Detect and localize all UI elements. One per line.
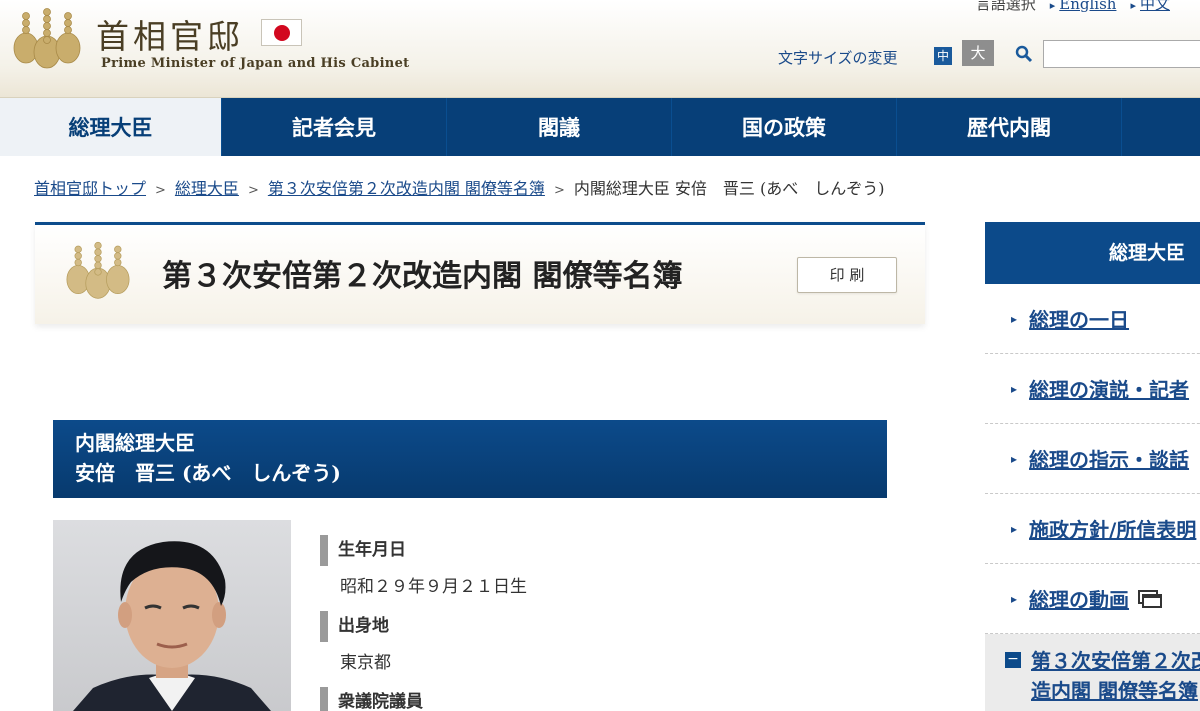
- chevron-right-icon: >: [247, 183, 259, 198]
- nav-item-press-conference[interactable]: 記者会見: [222, 98, 447, 156]
- page-title: 第３次安倍第２次改造内閣 閣僚等名簿: [162, 259, 683, 294]
- sidebar-item-videos[interactable]: ▸ 総理の動画: [985, 564, 1200, 634]
- nav-item-past-cabinets[interactable]: 歴代内閣: [897, 98, 1122, 156]
- nav-item-national-policy[interactable]: 国の政策: [672, 98, 897, 156]
- paulownia-crest-icon: [66, 241, 130, 299]
- breadcrumb-current: 内閣総理大臣 安倍 晋三 (あべ しんぞう): [573, 179, 885, 198]
- sidebar-header[interactable]: 総理大臣: [985, 222, 1200, 284]
- sidebar-item-label[interactable]: 施政方針/所信表明: [1029, 514, 1196, 543]
- search-icon[interactable]: [1015, 45, 1033, 63]
- sidebar-item-label[interactable]: 総理の一日: [1029, 304, 1129, 333]
- paulownia-crest-icon[interactable]: [12, 8, 82, 70]
- chevron-right-icon: >: [553, 183, 565, 198]
- profile-value-birthdate: 昭和２９年９月２１日生: [340, 577, 527, 597]
- minister-role: 内閣総理大臣: [75, 431, 195, 455]
- arrow-right-icon: ▸: [1049, 0, 1056, 12]
- new-window-icon: [1138, 589, 1163, 608]
- sidebar-item-speeches[interactable]: ▸ 総理の演説・記者: [985, 354, 1200, 424]
- main-nav: 総理大臣 記者会見 閣議 国の政策 歴代内閣: [0, 98, 1200, 156]
- profile-label-office: 衆議院議員: [320, 687, 920, 711]
- sidebar-item-label[interactable]: 総理の動画: [1029, 584, 1129, 613]
- bullet-icon: ▸: [1011, 381, 1018, 396]
- minister-portrait: [53, 520, 291, 711]
- japan-flag-icon: [261, 19, 302, 46]
- print-button[interactable]: 印 刷: [797, 257, 897, 293]
- language-link-english[interactable]: English: [1059, 0, 1116, 13]
- bullet-icon: ▸: [1011, 521, 1018, 536]
- nav-item-cabinet-meeting[interactable]: 閣議: [447, 98, 672, 156]
- font-size-medium-button[interactable]: 中: [934, 47, 952, 65]
- breadcrumb-link-top[interactable]: 首相官邸トップ: [34, 179, 146, 198]
- site-subtitle: Prime Minister of Japan and His Cabinet: [101, 56, 410, 71]
- chevron-right-icon: >: [155, 183, 166, 198]
- site-header: 首相官邸 Prime Minister of Japan and His Cab…: [0, 0, 1200, 98]
- minister-header: 内閣総理大臣 安倍 晋三 (あべ しんぞう): [53, 420, 887, 498]
- profile-value-birthplace: 東京都: [340, 653, 391, 673]
- sidebar-item-instructions[interactable]: ▸ 総理の指示・談話: [985, 424, 1200, 494]
- portrait-image: [73, 541, 271, 711]
- arrow-right-icon: ▸: [1130, 0, 1136, 12]
- language-label: 言語選択: [975, 0, 1036, 13]
- profile-details: 生年月日 昭和２９年９月２１日生 出身地 東京都 衆議院議員: [320, 535, 920, 711]
- language-selector: 言語選択 ▸ English ▸ 中文: [958, 0, 1170, 14]
- breadcrumb-link-prime-minister[interactable]: 総理大臣: [175, 179, 239, 198]
- page-title-box: 第３次安倍第２次改造内閣 閣僚等名簿 印 刷: [35, 222, 925, 324]
- sidebar-item-label[interactable]: 総理の指示・談話: [1029, 444, 1189, 473]
- sidebar-item-daily-schedule[interactable]: ▸ 総理の一日: [985, 284, 1200, 354]
- sidebar-item-label[interactable]: 第３次安倍第２次改造内閣 閣僚等名簿: [1031, 646, 1200, 706]
- bullet-icon: ▸: [1011, 311, 1018, 326]
- sidebar-item-policy-speech[interactable]: ▸ 施政方針/所信表明: [985, 494, 1200, 564]
- sidebar-item-label[interactable]: 総理の演説・記者: [1029, 374, 1189, 403]
- search-input[interactable]: [1043, 40, 1200, 68]
- profile-label-birthplace: 出身地: [320, 611, 920, 642]
- profile-label-birthdate: 生年月日: [320, 535, 920, 566]
- minus-icon: −: [1005, 652, 1021, 668]
- breadcrumb: 首相官邸トップ > 総理大臣 > 第３次安倍第２次改造内閣 閣僚等名簿 > 内閣総理大臣 安…: [34, 175, 885, 199]
- sidebar-item-cabinet-list[interactable]: − 第３次安倍第２次改造内閣 閣僚等名簿: [985, 634, 1200, 711]
- bullet-icon: ▸: [1011, 591, 1018, 606]
- minister-name: 安倍 晋三 (あべ しんぞう): [75, 461, 341, 485]
- nav-item-prime-minister[interactable]: 総理大臣: [0, 98, 222, 156]
- sidebar-menu: ▸ 総理の一日 ▸ 総理の演説・記者 ▸ 総理の指示・談話 ▸ 施政方針/所信表…: [985, 284, 1200, 711]
- bullet-icon: ▸: [1011, 451, 1018, 466]
- site-title[interactable]: 首相官邸: [96, 10, 244, 58]
- language-link-chinese[interactable]: 中文: [1140, 0, 1170, 13]
- font-size-label: 文字サイズの変更: [778, 49, 898, 67]
- font-size-large-button[interactable]: 大: [962, 40, 994, 66]
- breadcrumb-link-cabinet-list[interactable]: 第３次安倍第２次改造内閣 閣僚等名簿: [268, 179, 545, 198]
